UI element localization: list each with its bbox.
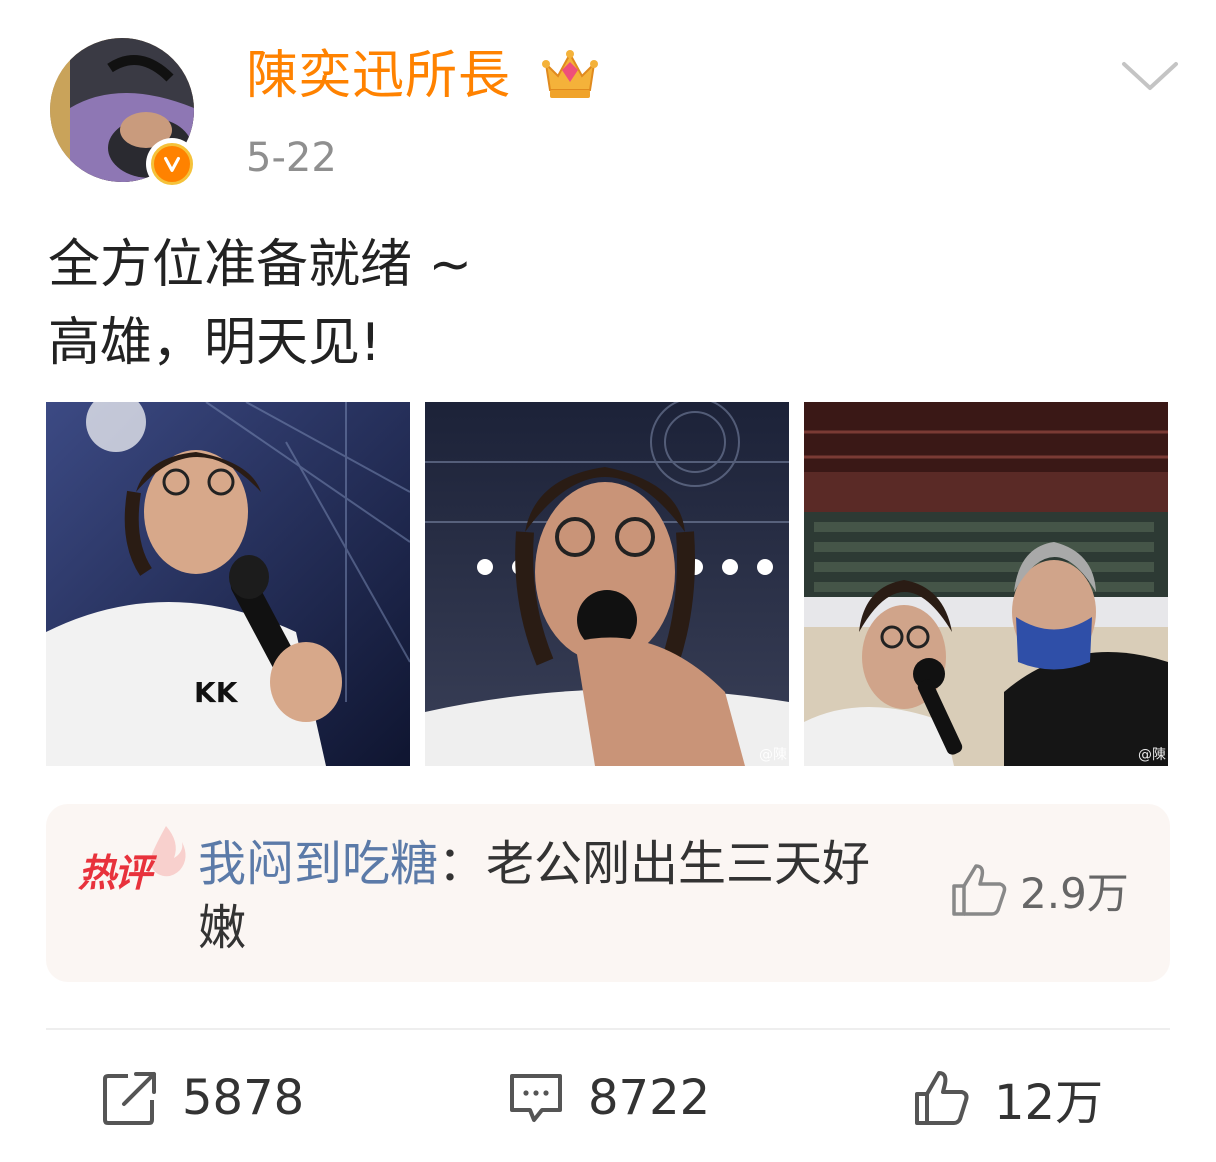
verified-v-icon	[146, 138, 198, 190]
weibo-post-card: 陳奕迅所長 5-22 全方位准备就绪 ~ 高雄，明天见! KK @陳 @陳 热评…	[0, 0, 1216, 1162]
post-text-line: 全方位准备就绪 ~	[48, 235, 473, 295]
crown-icon[interactable]	[540, 46, 600, 102]
comment-like-button[interactable]: 2.9万	[948, 860, 1129, 920]
thumbs-up-icon	[915, 1071, 969, 1125]
comment-button[interactable]: 8722	[506, 1066, 710, 1130]
post-photo-1[interactable]: KK	[46, 402, 410, 766]
divider	[46, 1028, 1170, 1030]
comment-count: 8722	[588, 1070, 711, 1126]
post-date: 5-22	[246, 135, 337, 181]
comment-icon	[510, 1074, 562, 1122]
post-text-line: 高雄，明天见!	[48, 313, 381, 373]
like-count: 12万	[994, 1075, 1104, 1131]
hot-comment-badge: 热评	[78, 826, 188, 898]
repost-count: 5878	[182, 1070, 305, 1126]
comment-like-count: 2.9万	[1020, 868, 1129, 918]
repost-icon	[103, 1072, 156, 1125]
thumbs-up-icon	[952, 864, 1007, 916]
photo-watermark: @陳	[1138, 747, 1166, 763]
like-button[interactable]: 12万	[912, 1066, 1104, 1131]
photo-arena-duo	[804, 402, 1168, 766]
svg-text:KK: KK	[194, 676, 239, 709]
photo-watermark: @陳	[759, 747, 787, 763]
chevron-down-icon[interactable]	[1120, 58, 1180, 94]
avatar-container[interactable]	[50, 38, 198, 190]
hot-comment-body: 我闷到吃糖：老公刚出生三天好嫩	[198, 832, 898, 960]
post-photo-2[interactable]: @陳	[425, 402, 789, 766]
photo-singer-closeup	[425, 402, 789, 766]
repost-button[interactable]: 5878	[100, 1066, 304, 1130]
username[interactable]: 陳奕迅所長	[246, 46, 511, 106]
post-text: 全方位准备就绪 ~ 高雄，明天见!	[48, 226, 1168, 382]
comment-separator: ：	[438, 836, 487, 892]
photo-singer-stage: KK	[46, 402, 410, 766]
post-photo-3[interactable]: @陳	[804, 402, 1168, 766]
hot-comment[interactable]: 热评 我闷到吃糖：老公刚出生三天好嫩 2.9万	[46, 804, 1170, 982]
hot-comment-label: 热评	[78, 851, 152, 895]
comment-author[interactable]: 我闷到吃糖	[198, 836, 438, 892]
